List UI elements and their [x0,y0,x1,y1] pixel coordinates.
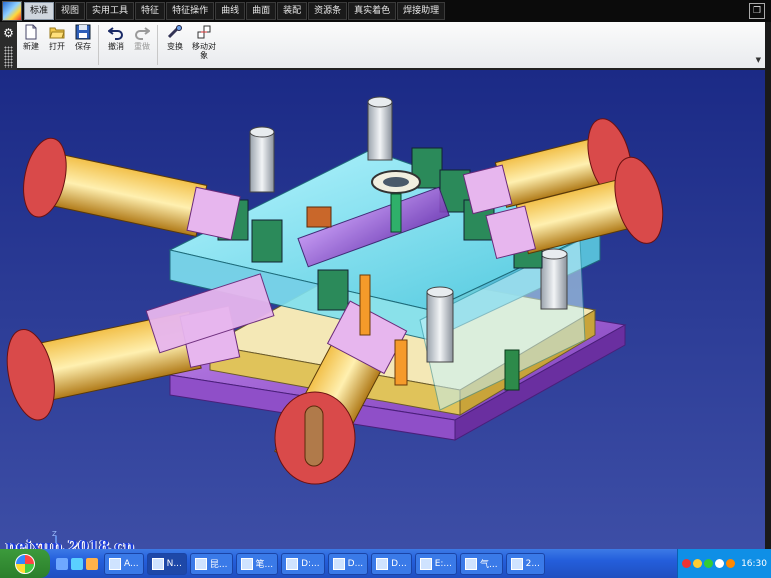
media-icon[interactable] [86,557,98,570]
taskbar-item[interactable]: D:... [281,552,325,575]
tab-utilities[interactable]: 实用工具 [86,2,135,20]
window-icon [510,557,523,570]
tab-weld-assistant[interactable]: 焊接助理 [397,2,446,20]
ribbon-toolbar: 新建 打开 保存 撤消 重做 变换 移动对象 ▼ [17,22,765,70]
tray-icon[interactable] [693,559,703,568]
tab-view[interactable]: 视图 [55,2,86,20]
new-file-icon [25,24,37,40]
taskbar-item[interactable]: 2... [505,552,545,575]
transform-button[interactable]: 变换 [163,24,187,51]
taskbar-item-label: D... [347,558,364,569]
redo-button-label: 重做 [134,42,150,51]
redo-icon [135,27,150,40]
browser-icon[interactable] [71,557,83,570]
new-button-label: 新建 [23,42,39,51]
taskbar-item-label: A... [124,558,139,569]
taskbar-item-label: E:... [434,558,452,569]
move-object-button-label: 移动对象 [192,42,216,60]
tray-icon[interactable] [715,559,725,568]
tab-true-shading[interactable]: 真实着色 [348,2,397,20]
taskbar-item[interactable]: 笔... [235,552,279,575]
tab-assembly[interactable]: 装配 [277,2,308,20]
gear-icon[interactable]: ⚙ [0,26,17,40]
open-button[interactable]: 打开 [45,24,69,51]
save-button-label: 保存 [75,42,91,51]
taskbar-item[interactable]: A... [104,552,144,575]
taskbar-item-label: 笔... [255,560,274,570]
taskbar-item-label: D... [391,558,407,569]
transform-button-label: 变换 [167,42,183,51]
window-icon [240,557,253,570]
new-button[interactable]: 新建 [19,24,43,51]
toolbar-separator [157,25,158,65]
undo-icon [108,27,123,40]
move-object-button[interactable]: 移动对象 [189,24,219,60]
window-icon [151,557,164,570]
save-button[interactable]: 保存 [71,24,95,51]
window-icon [194,557,207,570]
undo-button[interactable]: 撤消 [104,24,128,51]
windows-logo-icon [15,553,35,574]
taskbar-item-label: N... [166,558,182,569]
tab-feature-operations[interactable]: 特征操作 [166,2,215,20]
menu-bar: 标准 视图 实用工具 特征 特征操作 曲线 曲面 装配 资源条 真实着色 焊接助… [0,0,771,22]
taskbar-item-label: 昆... [209,560,228,570]
tab-curve[interactable]: 曲线 [215,2,246,20]
redo-button[interactable]: 重做 [130,24,154,51]
taskbar-item[interactable]: D... [327,552,369,575]
desktop-icon[interactable] [56,557,68,570]
window-icon [419,557,432,570]
taskbar-item[interactable]: 气... [460,552,503,575]
chevron-down-icon[interactable]: ▼ [756,56,761,64]
window-icon [332,557,345,570]
restore-window-icon[interactable]: ❐ [749,3,765,19]
clock[interactable]: 16:30 [741,559,767,569]
app-logo-icon[interactable] [2,1,22,21]
save-icon [75,24,91,40]
window-icon [109,557,121,570]
open-folder-icon [49,27,65,39]
grip-handle[interactable] [4,46,13,68]
taskbar: A... N... 昆... 笔... D:... D... D... E:..… [0,549,771,578]
taskbar-item-label: 2... [525,558,540,569]
move-object-icon [197,25,211,39]
tab-resource-bar[interactable]: 资源条 [308,2,348,20]
undo-button-label: 撤消 [108,42,124,51]
tray-icon[interactable] [704,559,714,568]
graphics-viewport[interactable]: Z X Y [0,70,765,549]
tab-surface[interactable]: 曲面 [246,2,277,20]
window-icon [286,557,299,570]
tab-feature[interactable]: 特征 [135,2,166,20]
open-button-label: 打开 [49,42,65,51]
side-strip: ⚙ [0,22,17,70]
quick-launch [56,557,98,570]
tab-standard[interactable]: 标准 [24,2,55,20]
tray-icon[interactable] [726,559,736,568]
toolbar-separator [98,25,99,65]
tray-icon[interactable] [682,559,692,568]
mold-assembly-model [6,96,664,485]
taskbar-item[interactable]: 昆... [189,552,233,575]
taskbar-item-label: 气... [480,560,498,570]
window-icon [465,557,477,570]
transform-icon [167,25,182,39]
taskbar-item[interactable]: D... [371,552,412,575]
taskbar-item[interactable]: E:... [414,552,457,575]
start-button[interactable] [0,549,50,578]
window-icon [376,557,389,570]
window-frame-right [765,22,771,549]
system-tray: 16:30 [677,549,771,578]
taskbar-item-active[interactable]: N... [146,552,187,575]
taskbar-item-label: D:... [301,558,320,569]
